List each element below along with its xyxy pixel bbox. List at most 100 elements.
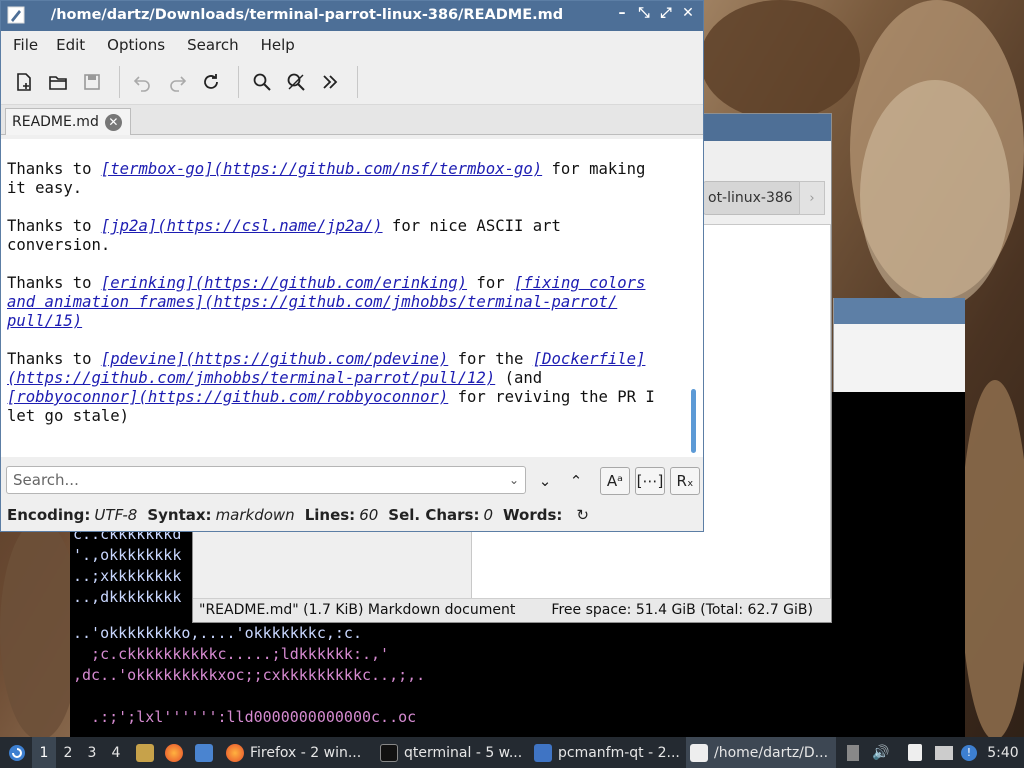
tray-volume[interactable]: 🔊	[870, 737, 892, 768]
selchars-value: 0	[483, 506, 493, 524]
close-tab-icon[interactable]: ✕	[104, 113, 122, 131]
terminal-line: ..;xkkkkkkkk	[73, 567, 182, 585]
terminal-line: '.,okkkkkkkk	[73, 546, 182, 564]
reload-icon	[204, 73, 218, 89]
tab-readme[interactable]: README.md ✕	[5, 108, 131, 135]
toolbar-separator	[119, 65, 120, 98]
free-space-info: Free space: 51.4 GiB (Total: 62.7 GiB)	[551, 602, 813, 618]
maximize-button[interactable]: ⤢	[659, 5, 673, 21]
terminal-line: .:;';lxl'''''':lld0000000000000c..oc	[73, 708, 417, 726]
search-input[interactable]: Search... ⌄	[6, 466, 526, 494]
desktop-3-button[interactable]: 3	[80, 737, 104, 768]
reload-button[interactable]	[196, 67, 226, 97]
open-file-button[interactable]	[43, 67, 73, 97]
tray-updates[interactable]: !	[958, 737, 980, 768]
desktop-2-button[interactable]: 2	[56, 737, 80, 768]
new-file-button[interactable]	[9, 67, 39, 97]
task-firefox[interactable]: Firefox - 2 win...	[222, 737, 372, 768]
tray-trash[interactable]	[844, 737, 862, 768]
taskbar: 1 2 3 4 Firefox - 2 win... qterminal - 5…	[0, 737, 1024, 768]
desktop-1-button[interactable]: 1	[32, 737, 56, 768]
vertical-scrollbar[interactable]	[687, 139, 703, 457]
menu-edit[interactable]: Edit	[50, 36, 91, 54]
tray-network[interactable]	[932, 737, 956, 768]
doc-text: Thanks to	[7, 217, 101, 235]
tab-label: README.md	[12, 114, 99, 130]
doc-line: (https://github.com/jmhobbs/terminal-par…	[7, 369, 542, 388]
clock[interactable]: 5:40	[986, 737, 1020, 768]
search-bar: Search... ⌄ ⌄ ⌃ Aᵃ [⋯] Rₓ	[1, 459, 703, 499]
doc-text: for reviving the PR I	[448, 388, 655, 406]
undo-button[interactable]	[128, 67, 158, 97]
chevron-double-right-icon	[323, 74, 338, 89]
status-bar: Encoding: UTF-8 Syntax: markdown Lines: 60 …	[1, 501, 703, 529]
tray-clipboard[interactable]	[904, 737, 926, 768]
window-title: /home/dartz/Downloads/terminal-parrot-li…	[50, 7, 564, 23]
tab-bar: README.md ✕	[1, 105, 703, 135]
menu-help[interactable]: Help	[255, 36, 301, 54]
doc-link: [erinking](https://github.com/erinking)	[100, 274, 468, 292]
terminal-line: ..,dkkkkkkkk	[73, 588, 182, 606]
menu-bar: File Edit Options Search Help	[1, 31, 703, 59]
redo-button[interactable]	[162, 67, 192, 97]
encoding-label: Encoding:	[7, 506, 91, 524]
toolbar	[1, 59, 703, 105]
match-case-button[interactable]: Aᵃ	[600, 467, 630, 495]
editor-titlebar[interactable]: /home/dartz/Downloads/terminal-parrot-li…	[1, 1, 703, 31]
desktop-4-button[interactable]: 4	[104, 737, 128, 768]
doc-link: [fixing colors	[514, 274, 646, 292]
background-window[interactable]	[833, 298, 965, 392]
menu-options[interactable]: Options	[101, 36, 171, 54]
doc-text: for nice ASCII art	[382, 217, 561, 235]
text-editor-area[interactable]: Thanks to [termbox-go](https://github.co…	[1, 139, 687, 457]
selchars-label: Sel. Chars:	[388, 506, 480, 524]
words-label: Words:	[503, 506, 563, 524]
clear-highlight-button[interactable]	[281, 67, 311, 97]
editor-window[interactable]: /home/dartz/Downloads/terminal-parrot-li…	[0, 0, 704, 532]
whole-word-button[interactable]: [⋯]	[635, 467, 665, 495]
refresh-words-icon[interactable]: ↻	[576, 506, 589, 524]
show-desktop-button[interactable]	[192, 737, 216, 768]
redo-icon	[170, 75, 187, 92]
terminal-line: ;c.ckkkkkkkkkkc.....;ldkkkkkk:.,'	[73, 645, 390, 663]
path-segment[interactable]: ot-linux-386	[704, 190, 793, 206]
doc-line: Thanks to [jp2a](https://csl.name/jp2a/)…	[7, 217, 561, 236]
chevron-down-icon[interactable]: ⌄	[509, 467, 519, 493]
task-qterminal[interactable]: qterminal - 5 w...	[376, 737, 526, 768]
scrollbar-thumb[interactable]	[691, 389, 696, 453]
close-button[interactable]: ✕	[681, 5, 695, 21]
doc-line: [robbyoconnor](https://github.com/robbyo…	[7, 388, 655, 407]
doc-line: Thanks to [termbox-go](https://github.co…	[7, 160, 645, 179]
minimize-button[interactable]: –	[615, 5, 629, 21]
more-tools-button[interactable]	[315, 67, 345, 97]
task-label: Firefox - 2 win...	[250, 744, 362, 761]
menu-file[interactable]: File	[7, 36, 44, 54]
save-icon	[84, 73, 100, 90]
search-icon	[253, 73, 271, 91]
syntax-label: Syntax:	[147, 506, 212, 524]
file-manager-launcher[interactable]	[134, 737, 156, 768]
save-button[interactable]	[77, 67, 107, 97]
firefox-launcher[interactable]	[162, 737, 186, 768]
selection-info: "README.md" (1.7 KiB) Markdown document	[199, 602, 516, 618]
encoding-value: UTF-8	[94, 506, 138, 524]
find-next-button[interactable]: ⌄	[530, 467, 560, 495]
doc-line: pull/15)	[7, 312, 83, 330]
path-next-button[interactable]: ›	[799, 181, 825, 215]
background-window-titlebar[interactable]	[834, 298, 965, 324]
toolbar-separator	[357, 65, 358, 98]
task-featherpad[interactable]: /home/dartz/D...	[686, 737, 836, 768]
restore-button[interactable]: ⤡	[637, 5, 651, 21]
doc-line: conversion.	[7, 236, 111, 254]
start-menu-button[interactable]	[4, 737, 30, 768]
terminal-line: ,dc..'okkkkkkkkkxoc;;cxkkkkkkkkkc..,;,.	[73, 666, 426, 684]
arrow-down-icon: ⌄	[538, 472, 552, 490]
task-pcmanfm[interactable]: pcmanfm-qt - 2...	[530, 737, 682, 768]
match-case-icon: Aᵃ	[606, 472, 624, 490]
regex-button[interactable]: Rₓ	[670, 467, 700, 495]
undo-icon	[133, 75, 150, 92]
doc-line: it easy.	[7, 179, 83, 197]
menu-search[interactable]: Search	[181, 36, 245, 54]
find-previous-button[interactable]: ⌃	[561, 467, 591, 495]
find-button[interactable]	[247, 67, 277, 97]
